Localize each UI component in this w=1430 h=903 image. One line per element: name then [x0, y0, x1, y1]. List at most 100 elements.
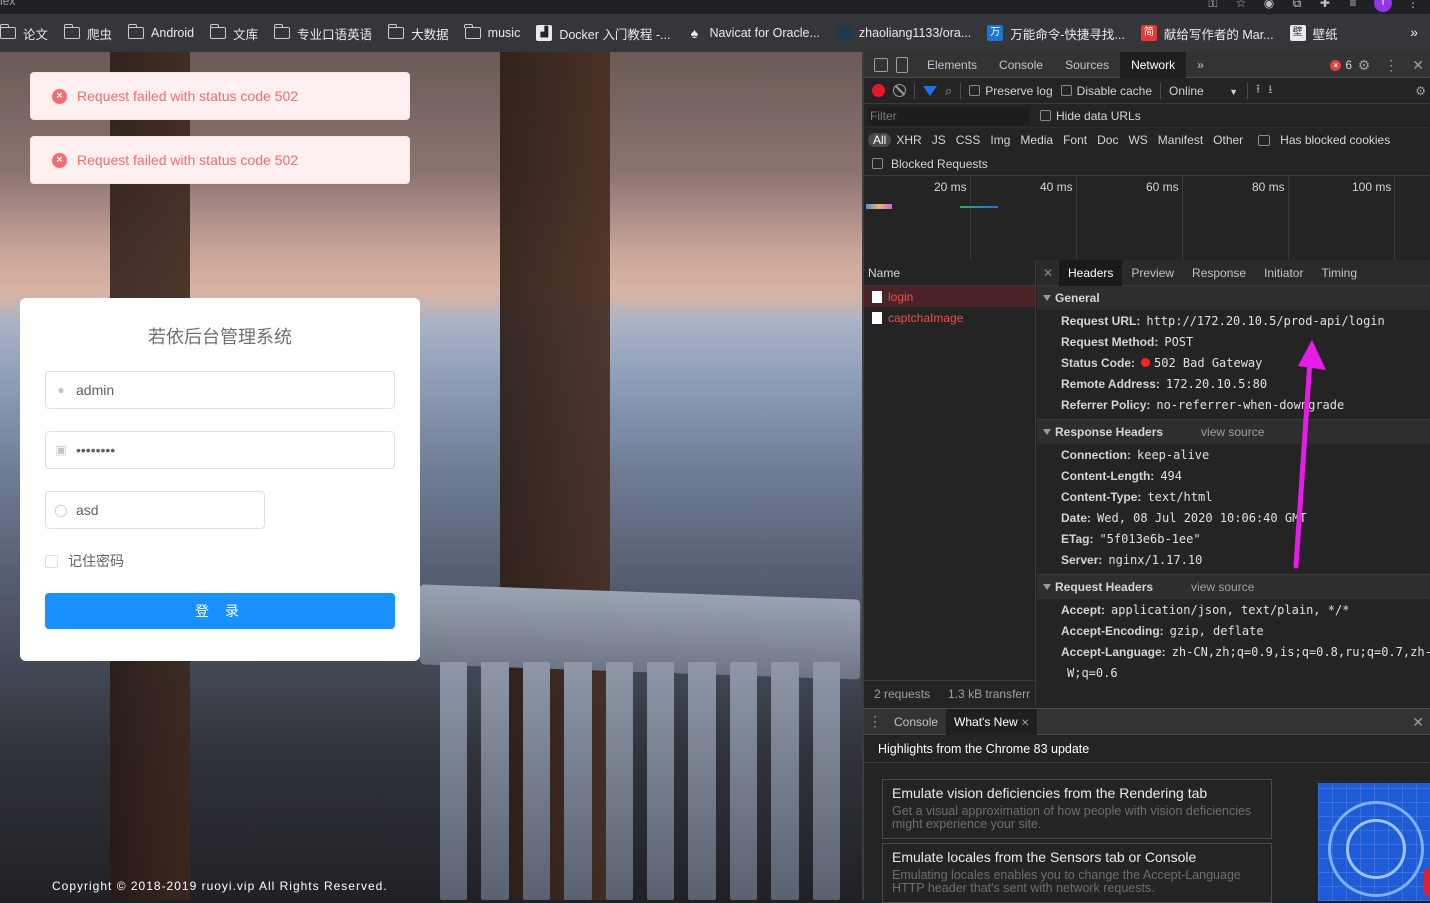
username-input[interactable]: ● admin [45, 371, 395, 409]
tab-elements[interactable]: Elements [916, 52, 988, 78]
type-filter-xhr[interactable]: XHR [891, 133, 926, 147]
header-key: Connection: [1061, 447, 1131, 462]
type-filter-js[interactable]: JS [927, 133, 951, 147]
type-filter-other[interactable]: Other [1208, 133, 1248, 147]
hide-data-urls-checkbox[interactable]: Hide data URLs [1040, 109, 1141, 123]
more-tabs-button[interactable]: » [1186, 52, 1215, 78]
export-har-icon[interactable]: ⭳ [1268, 80, 1272, 101]
close-detail-icon[interactable]: ✕ [1037, 266, 1059, 280]
drawer-menu-icon[interactable]: ⋮ [864, 713, 886, 730]
header-key: Request URL: [1061, 313, 1141, 328]
tab-sources[interactable]: Sources [1054, 52, 1120, 78]
tab-network[interactable]: Network [1120, 51, 1187, 78]
type-filter-img[interactable]: Img [985, 133, 1015, 147]
tab-response[interactable]: Response [1183, 260, 1255, 286]
inspect-icon[interactable] [874, 57, 888, 72]
error-message: × Request failed with status code 502 [30, 136, 410, 184]
type-filter-doc[interactable]: Doc [1092, 133, 1123, 147]
whats-new-card[interactable]: Emulate locales from the Sensors tab or … [882, 843, 1272, 903]
bookmark-item[interactable]: 爬虫 [63, 24, 112, 43]
tab-timing[interactable]: Timing [1312, 260, 1366, 286]
request-detail-pane: ✕ Headers Preview Response Initiator Tim… [1037, 260, 1430, 706]
throttle-select[interactable]: Online ▼ [1169, 84, 1239, 98]
key-icon[interactable]: ⚿ [1206, 0, 1220, 10]
network-overview-timeline[interactable]: 20 ms 40 ms 60 ms 80 ms 100 ms [864, 176, 1430, 262]
record-button[interactable] [872, 84, 885, 97]
close-drawer-icon[interactable]: ✕ [1412, 714, 1424, 731]
avatar[interactable]: T [1374, 0, 1392, 12]
bookmark-item[interactable]: 大数据 [387, 24, 449, 43]
copyright-footer: Copyright © 2018-2019 ruoyi.vip All Righ… [52, 879, 388, 893]
tab-headers[interactable]: Headers [1059, 260, 1123, 286]
type-filter-font[interactable]: Font [1058, 133, 1092, 147]
puzzle-icon[interactable]: ✚ [1318, 0, 1332, 10]
has-blocked-cookies-checkbox[interactable]: Has blocked cookies [1258, 133, 1395, 147]
bookmark-item[interactable]: ● zhaoliang1133/ora... [835, 25, 971, 41]
section-title: Request Headers [1055, 580, 1154, 594]
tab-initiator[interactable]: Initiator [1255, 260, 1312, 286]
bookmark-item[interactable]: 壁壁纸 [1289, 24, 1338, 43]
type-filter-css[interactable]: CSS [951, 133, 986, 147]
type-filter-ws[interactable]: WS [1123, 133, 1152, 147]
preserve-log-checkbox[interactable]: Preserve log [969, 84, 1053, 98]
bookmark-item[interactable]: 文库 [209, 24, 258, 43]
error-message: × Request failed with status code 502 [30, 72, 410, 120]
login-page: × Request failed with status code 502 × … [0, 52, 862, 900]
tab-console[interactable]: Console [988, 52, 1054, 78]
network-settings-icon[interactable]: ⚙ [1415, 84, 1430, 98]
bookmark-item[interactable]: Android [127, 24, 194, 40]
name-column-header[interactable]: Name [864, 260, 1035, 286]
close-tab-icon[interactable]: ✕ [1021, 718, 1029, 729]
view-source-link[interactable]: view source [1201, 425, 1264, 439]
header-row: Request URL: http://172.20.10.5/prod-api/… [1037, 310, 1430, 331]
filter-input[interactable]: Filter [868, 106, 1030, 125]
response-headers-section-header[interactable]: Response Headers view source [1037, 420, 1430, 444]
import-har-icon[interactable]: ⭱ [1256, 80, 1260, 101]
bookmarks-more-button[interactable]: » [1410, 24, 1418, 40]
remember-checkbox[interactable] [45, 554, 58, 568]
type-filter-all[interactable]: All [868, 133, 892, 147]
settings-gear-icon[interactable]: ⚙ [1358, 57, 1371, 74]
menu-icon[interactable]: ⋮ [1406, 0, 1420, 10]
whats-new-card[interactable]: Emulate vision deficiencies from the Ren… [882, 779, 1272, 839]
bookmark-label: music [487, 26, 521, 40]
bookmark-item[interactable]: 专业口语英语 [273, 24, 372, 43]
close-devtools-icon[interactable]: ✕ [1412, 57, 1424, 74]
header-key: Request Method: [1061, 334, 1159, 349]
captcha-input[interactable]: ◯ asd [45, 491, 265, 529]
request-row-login[interactable]: login [864, 286, 1035, 307]
resource-type-filters: All XHR JS CSS Img Media Font Doc WS Man… [864, 128, 1430, 152]
bookmark-item[interactable]: ♠ Navicat for Oracle... [686, 25, 820, 41]
sync-icon[interactable]: ≡ [1346, 0, 1360, 10]
drawer-tab-whats-new[interactable]: What's New ✕ [946, 708, 1038, 735]
bookmark-item[interactable]: music [464, 24, 521, 40]
request-headers-section-header[interactable]: Request Headers view source [1037, 575, 1430, 599]
remember-password[interactable]: 记住密码 [45, 551, 395, 571]
divider [1160, 82, 1162, 99]
tab-preview[interactable]: Preview [1122, 260, 1183, 286]
kebab-menu-icon[interactable]: ⋮ [1384, 57, 1398, 74]
search-icon[interactable]: ⌕ [945, 83, 952, 99]
bookmark-item[interactable]: 万万能命令-快捷寻找... [987, 24, 1125, 43]
password-input[interactable]: ▣ •••••••• [45, 431, 395, 469]
drawer-tab-console[interactable]: Console [886, 709, 946, 735]
chrome-icon[interactable]: ◉ [1262, 0, 1276, 10]
extension-icon[interactable]: ⧉ [1290, 0, 1304, 10]
blocked-requests-checkbox[interactable]: Blocked Requests [864, 152, 1430, 176]
request-row-captchaimage[interactable]: captchaImage [864, 307, 1035, 328]
devtools-tabbar: Elements Console Sources Network » × 6 ⚙ … [864, 51, 1430, 78]
type-filter-manifest[interactable]: Manifest [1153, 133, 1208, 147]
disable-cache-checkbox[interactable]: Disable cache [1060, 84, 1152, 98]
error-count-badge[interactable]: × 6 [1330, 58, 1352, 72]
bookmark-item[interactable]: 论文 [0, 24, 48, 43]
bookmark-item[interactable]: ▟ Docker 入门教程 -... [536, 24, 670, 43]
clear-button[interactable] [893, 84, 906, 97]
filter-icon[interactable] [923, 85, 937, 96]
general-section-header[interactable]: General [1037, 286, 1430, 310]
view-source-link[interactable]: view source [1191, 580, 1254, 594]
type-filter-media[interactable]: Media [1015, 133, 1058, 147]
bookmark-item[interactable]: 简献给写作者的 Mar... [1140, 24, 1274, 43]
device-toolbar-icon[interactable] [896, 56, 908, 73]
login-button[interactable]: 登 录 [45, 593, 395, 629]
star-icon[interactable]: ☆ [1234, 0, 1248, 10]
